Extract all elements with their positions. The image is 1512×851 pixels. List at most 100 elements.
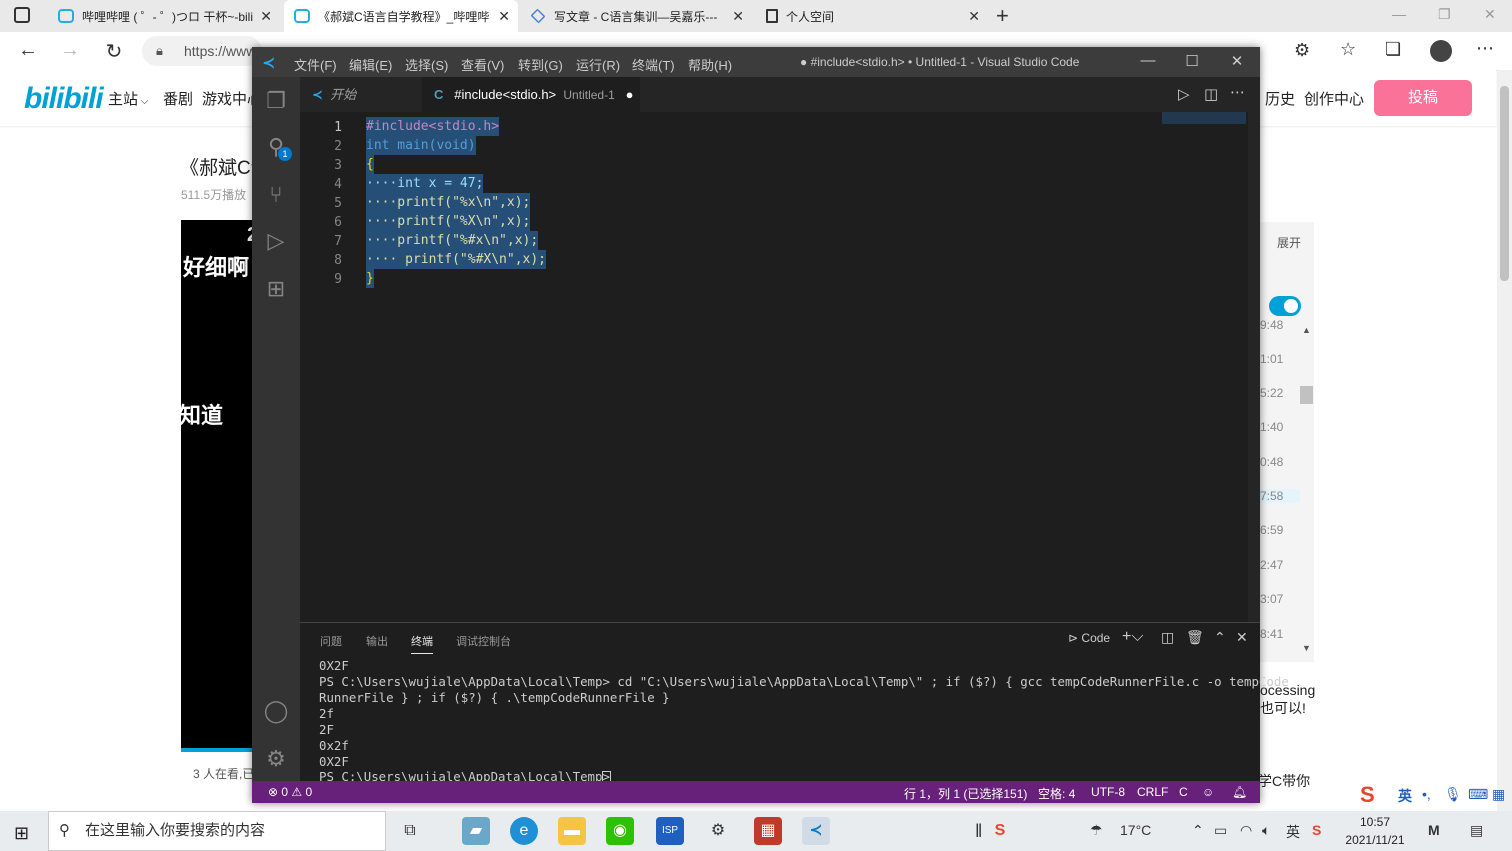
system-clock[interactable]: 10:57 2021/11/21 (1340, 813, 1410, 849)
tab-actions-icon[interactable] (14, 7, 30, 23)
wechat-icon[interactable]: ◉ (606, 817, 634, 845)
split-editor-icon[interactable]: ◫ (1204, 85, 1218, 103)
close-panel-icon[interactable]: ✕ (1236, 629, 1248, 646)
avatar[interactable] (1430, 40, 1452, 62)
extensions-icon[interactable]: ⊞ (262, 275, 290, 303)
editor-scrollbar[interactable] (1248, 112, 1260, 622)
expand-link[interactable]: 展开 (1277, 234, 1301, 251)
maximize-panel-icon[interactable]: ⌃ (1214, 629, 1226, 646)
page-scrollbar-thumb[interactable] (1500, 86, 1509, 281)
panel-tab-problems[interactable]: 问题 (320, 633, 342, 649)
taskbar-search[interactable]: ⚲ 在这里输入你要搜索的内容 (48, 811, 386, 851)
battery-icon[interactable]: ▭ (1214, 822, 1227, 839)
search-icon[interactable]: ⚲ (262, 133, 290, 161)
list-scroll-down-icon[interactable]: ▼ (1302, 643, 1311, 653)
browser-tab-3[interactable]: 写文章 - C语言集训—吴嘉乐--- ✕ (520, 0, 752, 32)
nav-history[interactable]: 历史 (1265, 88, 1295, 109)
vscode-close-icon[interactable]: ✕ (1227, 52, 1247, 70)
run-code-icon[interactable]: ▷ (1178, 85, 1190, 103)
tab-welcome[interactable]: ≺ 开始 (300, 77, 422, 112)
source-control-icon[interactable]: ⑂ (262, 181, 290, 209)
panel-tab-terminal[interactable]: 终端 (411, 633, 433, 654)
account-icon[interactable]: ◯ (262, 697, 290, 725)
nav-main[interactable]: 主站 ⌵ (108, 88, 148, 109)
extensions-icon[interactable]: ⚙ (1294, 40, 1310, 61)
weather-temp[interactable]: 17°C (1120, 822, 1151, 838)
new-tab-icon[interactable]: + (996, 3, 1009, 29)
close-tab-icon[interactable]: ✕ (260, 8, 272, 25)
eol-status[interactable]: CRLF (1137, 785, 1168, 799)
terminal-selector[interactable]: ⊳ Code (1068, 631, 1110, 645)
menu-edit[interactable]: 编辑(E) (349, 55, 392, 74)
file-explorer-icon[interactable]: ▬ (558, 817, 586, 845)
refresh-icon[interactable]: ↻ (102, 39, 126, 64)
nav-creator-center[interactable]: 创作中心 (1304, 88, 1364, 109)
volume-icon[interactable]: 🔈︎ (1262, 822, 1270, 839)
ime-mode-icon[interactable]: M (1428, 822, 1440, 838)
close-tab-icon[interactable]: ✕ (498, 8, 510, 25)
forward-icon[interactable]: → (58, 39, 82, 62)
vscode-minimize-icon[interactable]: — (1138, 52, 1158, 69)
back-icon[interactable]: ← (16, 39, 40, 62)
close-tab-icon[interactable]: ✕ (968, 8, 980, 25)
browser-tab-1[interactable]: 哔哩哔哩 ( ゜- ゜)つロ 干杯~-bili ✕ (48, 0, 280, 32)
restore-icon[interactable]: ❐ (1438, 6, 1451, 23)
more-icon[interactable]: ⋯ (1476, 38, 1494, 59)
upload-button[interactable]: 投稿 (1374, 80, 1472, 116)
problems-status[interactable]: ⊗ 0 ⚠ 0 (268, 785, 312, 799)
app-icon[interactable]: ▰ (462, 817, 490, 845)
show-hidden-icons-icon[interactable]: ⌃ (1192, 822, 1204, 839)
minimap[interactable] (1162, 112, 1246, 124)
isp-app-icon[interactable]: ISP (656, 817, 684, 845)
language-status[interactable]: C (1179, 785, 1188, 799)
sogou-ime-bar[interactable]: S 英 •, 🎙︎ ⌨ ▦ (1360, 782, 1512, 810)
browser-tab-2[interactable]: 《郝斌C语言自学教程》_哔哩哔 ✕ (284, 0, 518, 32)
panel-tab-debug-console[interactable]: 调试控制台 (456, 633, 511, 649)
notification-center-icon[interactable]: ▤ (1470, 822, 1483, 839)
settings-gear-icon[interactable]: ⚙ (262, 745, 290, 773)
vscode-taskbar-icon[interactable]: ≺ (802, 817, 830, 845)
encoding-status[interactable]: UTF-8 (1091, 785, 1125, 799)
edge-browser-icon[interactable]: e (510, 817, 538, 845)
menu-selection[interactable]: 选择(S) (405, 55, 448, 74)
weather-icon[interactable]: ☂ (1090, 822, 1103, 839)
menu-go[interactable]: 转到(G) (518, 55, 563, 74)
menu-view[interactable]: 查看(V) (461, 55, 504, 74)
task-view-icon[interactable]: ⧉ (396, 817, 424, 845)
feedback-icon[interactable]: ☺ (1202, 785, 1214, 799)
run-debug-icon[interactable]: ▷ (262, 227, 290, 255)
cursor-position-status[interactable]: 行 1，列 1 (已选择151) (904, 785, 1027, 802)
nav-game-center[interactable]: 游戏中心 (202, 88, 252, 109)
panel-tab-output[interactable]: 输出 (366, 633, 388, 649)
menu-terminal[interactable]: 终端(T) (632, 55, 675, 74)
tab-untitled-1[interactable]: C #include<stdio.h> Untitled-1 ● (422, 77, 640, 112)
notifications-bell-icon[interactable]: 🔔︎ (1232, 785, 1247, 799)
page-scrollbar[interactable] (1497, 70, 1512, 812)
menu-help[interactable]: 帮助(H) (688, 55, 732, 74)
autoplay-toggle[interactable] (1269, 296, 1301, 316)
ime-icon[interactable]: 英 (1286, 822, 1300, 842)
wifi-icon[interactable]: ◠ (1240, 822, 1252, 839)
bilibili-logo[interactable]: bilibili (24, 82, 104, 116)
winrar-icon[interactable]: ▦ (754, 817, 782, 845)
explorer-icon[interactable]: ❐ (262, 87, 290, 115)
windows-start-icon[interactable]: ⊞ (14, 823, 29, 844)
code-editor[interactable]: 1 2 3 4 5 6 7 8 9 #include<stdio.h> int … (300, 112, 1248, 622)
close-tab-icon[interactable]: ✕ (732, 8, 744, 25)
url-field[interactable]: 🔒︎ https://www (142, 36, 262, 66)
vscode-maximize-icon[interactable]: ☐ (1182, 52, 1202, 70)
settings-icon[interactable]: ⚙ (704, 817, 732, 845)
close-window-icon[interactable]: ✕ (1484, 6, 1496, 23)
menu-file[interactable]: 文件(F) (294, 55, 337, 74)
collections-icon[interactable]: ❏ (1385, 39, 1401, 60)
list-scrollbar-thumb[interactable] (1300, 386, 1313, 404)
sogou-tray-icon[interactable]: S (1312, 822, 1321, 838)
favorites-icon[interactable]: ☆ (1340, 39, 1356, 60)
browser-tab-4[interactable]: 个人空间 ✕ (756, 0, 988, 32)
indentation-status[interactable]: 空格: 4 (1038, 785, 1075, 802)
split-terminal-icon[interactable]: ◫ (1161, 629, 1174, 646)
unsaved-dot-icon[interactable]: ● (626, 87, 634, 102)
nav-anime[interactable]: 番剧 (163, 88, 193, 109)
menu-run[interactable]: 运行(R) (576, 55, 620, 74)
list-scroll-up-icon[interactable]: ▲ (1302, 325, 1311, 335)
